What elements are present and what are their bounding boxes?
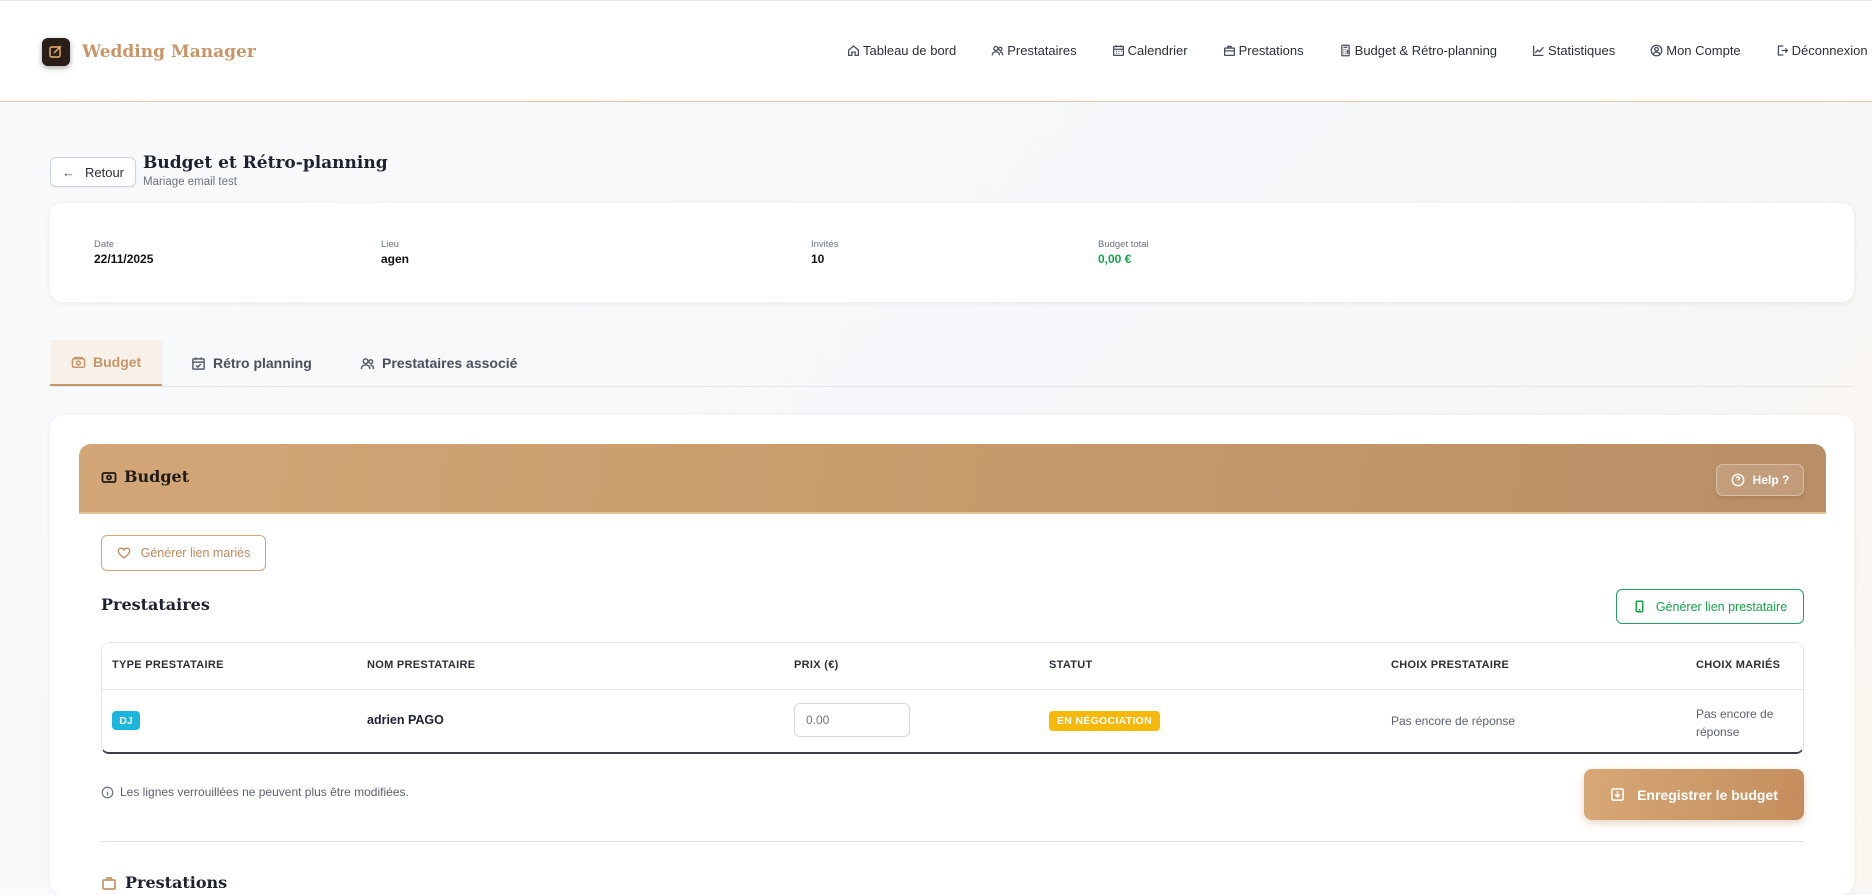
cash-icon xyxy=(101,471,117,483)
nav-label: Tableau de bord xyxy=(863,43,957,58)
info-date: Date 22/11/2025 xyxy=(94,239,153,266)
info-label: Invités xyxy=(811,239,839,250)
info-budget-total: Budget total 0,00 € xyxy=(1098,239,1149,266)
question-circle-icon xyxy=(1731,473,1745,487)
tab-label: Prestataires associé xyxy=(382,355,518,371)
tab-retro-planning[interactable]: Rétro planning xyxy=(191,340,312,386)
tab-budget[interactable]: Budget xyxy=(50,340,163,386)
price-input[interactable] xyxy=(794,703,910,737)
prestations-section-title: Prestations xyxy=(101,873,227,892)
nav-label: Mon Compte xyxy=(1666,43,1741,58)
locked-note-text: Les lignes verrouillées ne peuvent plus … xyxy=(120,785,409,799)
nav-statistiques[interactable]: Statistiques xyxy=(1532,43,1615,58)
nav-budget-retro-planning[interactable]: Budget & Rétro-planning xyxy=(1339,43,1497,58)
nav-calendrier[interactable]: Calendrier xyxy=(1112,43,1188,58)
locked-rows-note: Les lignes verrouillées ne peuvent plus … xyxy=(101,785,409,799)
brand[interactable]: Wedding Manager xyxy=(42,38,256,66)
prestataires-section-title: Prestataires xyxy=(101,595,210,614)
mobile-icon xyxy=(1635,600,1644,613)
budget-header: Budget Help ? xyxy=(79,444,1826,514)
brand-name: Wedding Manager xyxy=(82,42,256,62)
generate-couple-link-button[interactable]: Générer lien mariés xyxy=(101,535,266,571)
info-value: agen xyxy=(381,252,410,266)
download-icon xyxy=(1611,788,1625,801)
column-header: NOM PRESTATAIRE xyxy=(367,659,476,671)
nav-label: Prestations xyxy=(1238,43,1304,58)
info-label: Lieu xyxy=(381,239,399,250)
back-button[interactable]: ← Retour xyxy=(50,157,136,187)
nav-prestataires[interactable]: Prestataires xyxy=(991,43,1077,58)
couple-choice: Pas encore de réponse xyxy=(1696,705,1773,741)
logout-icon xyxy=(1777,45,1788,56)
generate-couple-link-label: Générer lien mariés xyxy=(140,546,251,560)
budget-title-text: Budget xyxy=(124,467,190,486)
couple-choice-line: réponse xyxy=(1696,725,1740,739)
help-button[interactable]: Help ? xyxy=(1716,464,1804,496)
prestations-title-text: Prestations xyxy=(125,873,228,892)
generate-vendor-link-button[interactable]: Générer lien prestataire xyxy=(1616,589,1804,624)
budget-title: Budget xyxy=(101,467,189,486)
column-header: CHOIX MARIÉS xyxy=(1696,659,1781,671)
nav-tableau-de-bord[interactable]: Tableau de bord xyxy=(847,43,956,58)
vendor-name: adrien PAGO xyxy=(367,713,444,727)
tab-prestataires-associe[interactable]: Prestataires associé xyxy=(360,340,517,386)
column-header: STATUT xyxy=(1049,659,1093,671)
page-subtitle: Mariage email test xyxy=(143,176,237,188)
generate-vendor-link-label: Générer lien prestataire xyxy=(1655,599,1788,614)
save-budget-button[interactable]: Enregistrer le budget xyxy=(1584,769,1804,820)
tab-bar: Budget Rétro planning Prestataires assoc… xyxy=(50,340,1854,387)
info-value: 0,00 € xyxy=(1098,252,1132,266)
status-badge: EN NÉGOCIATION xyxy=(1049,711,1161,731)
nav-label: Prestataires xyxy=(1007,43,1077,58)
chart-icon xyxy=(1533,45,1544,57)
users-icon xyxy=(360,357,375,369)
page-title: Budget et Rétro-planning xyxy=(143,153,388,173)
table-header: TYPE PRESTATAIRE NOM PRESTATAIRE PRIX (€… xyxy=(102,643,1803,690)
nav-deconnexion[interactable]: Déconnexion xyxy=(1776,43,1868,58)
info-label: Budget total xyxy=(1098,239,1149,250)
top-navbar: Wedding Manager Tableau de bord Prestata… xyxy=(0,0,1872,102)
calendar-check-icon xyxy=(192,356,205,370)
home-icon xyxy=(847,45,860,57)
prestataires-table: TYPE PRESTATAIRE NOM PRESTATAIRE PRIX (€… xyxy=(101,642,1804,754)
nav-prestations[interactable]: Prestations xyxy=(1223,43,1304,58)
tab-label: Budget xyxy=(93,354,142,370)
info-lieu: Lieu agen xyxy=(381,239,409,266)
column-header: TYPE PRESTATAIRE xyxy=(112,659,224,671)
cash-icon xyxy=(71,356,86,368)
help-button-label: Help ? xyxy=(1752,473,1790,487)
save-budget-label: Enregistrer le budget xyxy=(1637,786,1778,803)
couple-choice-line: Pas encore de xyxy=(1696,707,1774,721)
info-invites: Invités 10 xyxy=(811,239,838,266)
nav-label: Budget & Rétro-planning xyxy=(1354,43,1498,58)
calendar-icon xyxy=(1112,45,1124,57)
main-nav: Tableau de bord Prestataires Calendrier … xyxy=(847,43,1868,58)
info-value: 22/11/2025 xyxy=(94,252,154,266)
back-button-label: Retour xyxy=(84,164,125,180)
briefcase-icon xyxy=(102,876,116,890)
budget-card: Budget Help ? Générer lien mariés Presta… xyxy=(50,415,1854,895)
vendor-choice: Pas encore de réponse xyxy=(1391,714,1516,728)
column-header: PRIX (€) xyxy=(794,659,839,671)
calculator-icon xyxy=(1340,44,1350,57)
arrow-left-icon: ← xyxy=(61,164,75,180)
users-icon xyxy=(991,45,1004,56)
nav-mon-compte[interactable]: Mon Compte xyxy=(1650,43,1741,58)
event-info-card: Date 22/11/2025 Lieu agen Invités 10 Bud… xyxy=(50,203,1854,302)
info-value: 10 xyxy=(811,252,825,266)
nav-label: Statistiques xyxy=(1548,43,1616,58)
brand-logo-icon xyxy=(42,38,70,66)
user-circle-icon xyxy=(1650,44,1663,57)
nav-label: Déconnexion xyxy=(1791,43,1868,58)
column-header: CHOIX PRESTATAIRE xyxy=(1391,659,1510,671)
briefcase-icon xyxy=(1223,45,1235,57)
tab-label: Rétro planning xyxy=(213,355,312,371)
vendor-type-badge: DJ xyxy=(112,711,140,730)
heart-icon xyxy=(117,547,130,559)
info-label: Date xyxy=(94,239,115,250)
info-circle-icon xyxy=(101,786,114,798)
nav-label: Calendrier xyxy=(1127,43,1188,58)
section-divider xyxy=(101,841,1804,842)
